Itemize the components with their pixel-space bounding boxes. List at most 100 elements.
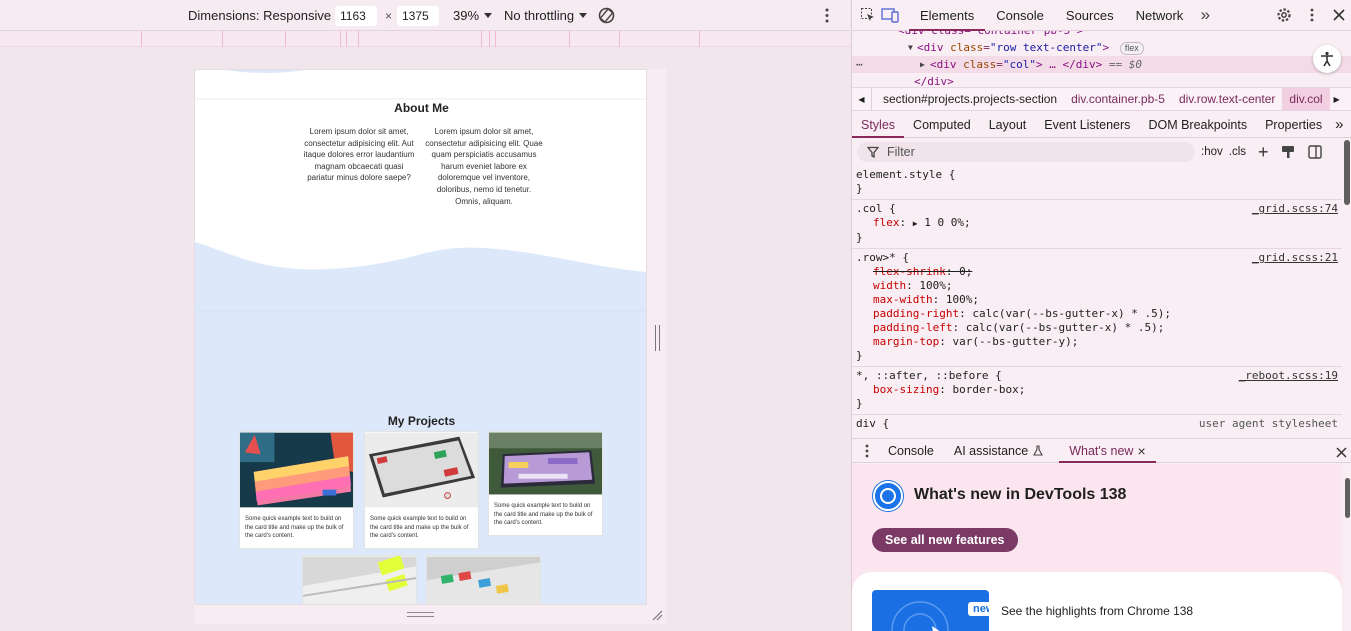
card-text: Some quick example text to build on the …	[245, 516, 344, 540]
device-toolbar: Dimensions: Responsive 1163 × 1375 39% N…	[0, 0, 850, 31]
height-input[interactable]: 1375	[397, 6, 439, 26]
style-rule-reboot[interactable]: *, ::after, ::before { _reboot.scss:19 b…	[852, 367, 1342, 415]
style-rule-div[interactable]: div { user agent stylesheet	[852, 415, 1342, 434]
toggle-sidebar-icon[interactable]	[1307, 145, 1322, 159]
ruler-tick	[481, 31, 482, 47]
source-link[interactable]: _grid.scss:74	[1252, 202, 1338, 216]
styles-filter-row: Filter :hov .cls +	[852, 139, 1351, 165]
dom-node-row[interactable]: ▼ <div class="row text-center"> flex	[852, 39, 1351, 56]
card-text: Some quick example text to build on the …	[494, 503, 593, 527]
expand-triangle-icon[interactable]: ▼	[908, 39, 913, 56]
paint-brush-icon[interactable]	[1281, 145, 1295, 159]
hov-button[interactable]: :hov	[1201, 146, 1223, 158]
style-property[interactable]: padding-right: calc(var(--bs-gutter-x) *…	[856, 307, 1338, 321]
see-all-features-button[interactable]: See all new features	[872, 528, 1018, 552]
tab-elements[interactable]: Elements	[909, 0, 986, 31]
drawer-tab-console[interactable]: Console	[878, 438, 944, 463]
more-tabs-icon[interactable]: »	[1331, 112, 1347, 138]
width-input[interactable]: 1163	[335, 6, 377, 26]
scroll-left-icon[interactable]: ◀	[852, 88, 872, 110]
close-devtools-icon[interactable]	[1328, 4, 1350, 26]
project-card[interactable]	[426, 555, 541, 604]
close-tab-icon[interactable]: ×	[1137, 443, 1145, 459]
more-options-icon[interactable]	[1301, 4, 1323, 26]
cls-button[interactable]: .cls	[1229, 146, 1246, 158]
breadcrumb-item[interactable]: div.container.pb-5	[1064, 92, 1172, 106]
tab-properties[interactable]: Properties	[1256, 112, 1331, 138]
resize-handle-icon[interactable]	[655, 325, 660, 351]
project-image	[489, 432, 602, 495]
source-link[interactable]: _reboot.scss:19	[1239, 369, 1338, 383]
drawer-tab-ai-assistance[interactable]: AI assistance	[944, 438, 1053, 463]
tab-styles[interactable]: Styles	[852, 112, 905, 138]
top-wave	[195, 70, 646, 100]
dom-node-container[interactable]: <div class="container pb-5">	[852, 31, 1351, 39]
tab-console[interactable]: Console	[985, 0, 1055, 31]
more-options-icon[interactable]	[823, 8, 831, 26]
dimensions-label: Dimensions: Responsive	[188, 7, 332, 23]
resize-handle-icon[interactable]	[407, 612, 434, 617]
tab-network[interactable]: Network	[1125, 0, 1195, 31]
style-rule-row-child[interactable]: .row>* { _grid.scss:21 flex-shrink: 0; w…	[852, 249, 1342, 367]
tab-layout[interactable]: Layout	[980, 112, 1036, 138]
add-rule-icon[interactable]: +	[1258, 142, 1269, 163]
flask-icon	[1033, 445, 1044, 456]
device-viewport[interactable]: About Me Lorem ipsum dolor sit amet, con…	[194, 69, 647, 605]
dimensions-dropdown[interactable]: Dimensions: Responsive	[188, 4, 345, 26]
source-link[interactable]: _grid.scss:21	[1252, 251, 1338, 265]
project-card[interactable]: Some quick example text to build on the …	[364, 431, 479, 549]
styles-pane[interactable]: element.style { } .col { _grid.scss:74 f…	[852, 166, 1342, 434]
ruler-tick	[495, 31, 496, 47]
throttling-dropdown[interactable]: No throttling	[504, 4, 588, 26]
project-card[interactable]	[302, 555, 417, 604]
resize-corner-icon[interactable]	[651, 609, 663, 621]
style-property[interactable]: margin-top: var(--bs-gutter-y);	[856, 335, 1338, 349]
tab-sources[interactable]: Sources	[1055, 0, 1125, 31]
highlights-link[interactable]: See the highlights from Chrome 138	[1001, 604, 1193, 618]
zoom-dropdown[interactable]: 39%	[453, 4, 493, 26]
close-drawer-icon[interactable]	[1330, 441, 1351, 463]
style-property[interactable]: box-sizing: border-box;	[856, 383, 1338, 397]
tab-event-listeners[interactable]: Event Listeners	[1035, 112, 1139, 138]
dom-close-tag: </div>	[914, 75, 954, 86]
style-property[interactable]: max-width: 100%;	[856, 293, 1338, 307]
ruler-tick	[285, 31, 286, 47]
tab-computed[interactable]: Computed	[904, 112, 980, 138]
ruler-tick	[346, 31, 347, 47]
expand-triangle-icon[interactable]: ▶	[920, 56, 925, 73]
more-tabs-icon[interactable]: »	[1194, 4, 1216, 26]
filter-input[interactable]: Filter	[857, 142, 1195, 162]
rotate-icon[interactable]	[597, 6, 616, 28]
style-property[interactable]: padding-left: calc(var(--bs-gutter-x) * …	[856, 321, 1338, 335]
ruler-tick	[340, 31, 341, 47]
media-query-ruler[interactable]	[0, 31, 850, 47]
breadcrumb-item-active[interactable]: div.col	[1282, 88, 1330, 110]
throttling-label: No throttling	[504, 7, 575, 23]
drawer-menu-icon[interactable]	[856, 440, 878, 462]
settings-gear-icon[interactable]	[1273, 4, 1295, 26]
breadcrumb-item[interactable]: div.row.text-center	[1172, 92, 1282, 106]
style-property[interactable]: width: 100%;	[856, 279, 1338, 293]
dom-tree[interactable]: <div class="container pb-5"> ▼ <div clas…	[852, 31, 1351, 86]
project-card[interactable]: Some quick example text to build on the …	[239, 431, 354, 549]
styles-scrollbar[interactable]	[1344, 140, 1350, 205]
style-rule-element[interactable]: element.style { }	[852, 166, 1342, 200]
breadcrumb-item[interactable]: section#projects.projects-section	[876, 92, 1064, 106]
inspect-element-icon[interactable]	[857, 4, 879, 26]
drawer-tab-whats-new[interactable]: What's new ×	[1059, 438, 1157, 463]
style-rule-col[interactable]: .col { _grid.scss:74 flex: ▶ 1 0 0%; }	[852, 200, 1342, 249]
dom-node-col-selected[interactable]: ⋯ ▶ <div class="col"> … </div> == $0	[852, 56, 1351, 73]
accessibility-icon[interactable]	[1313, 45, 1341, 73]
tab-dom-breakpoints[interactable]: DOM Breakpoints	[1139, 112, 1256, 138]
ellipsis-icon[interactable]: ⋯	[856, 56, 863, 73]
device-toolbar-icon[interactable]	[879, 4, 901, 26]
style-property[interactable]: flex: ▶ 1 0 0%;	[856, 216, 1338, 231]
project-card[interactable]: Some quick example text to build on the …	[488, 431, 603, 536]
scroll-right-icon[interactable]: ▶	[1330, 95, 1346, 104]
whats-new-panel: What's new in DevTools 138 See all new f…	[852, 464, 1342, 631]
style-property[interactable]: flex-shrink: 0;	[856, 265, 1338, 279]
expand-triangle-icon[interactable]: ▶	[913, 219, 918, 228]
flex-badge[interactable]: flex	[1119, 42, 1144, 55]
project-image	[365, 432, 478, 508]
whats-new-scrollbar[interactable]	[1345, 478, 1350, 518]
